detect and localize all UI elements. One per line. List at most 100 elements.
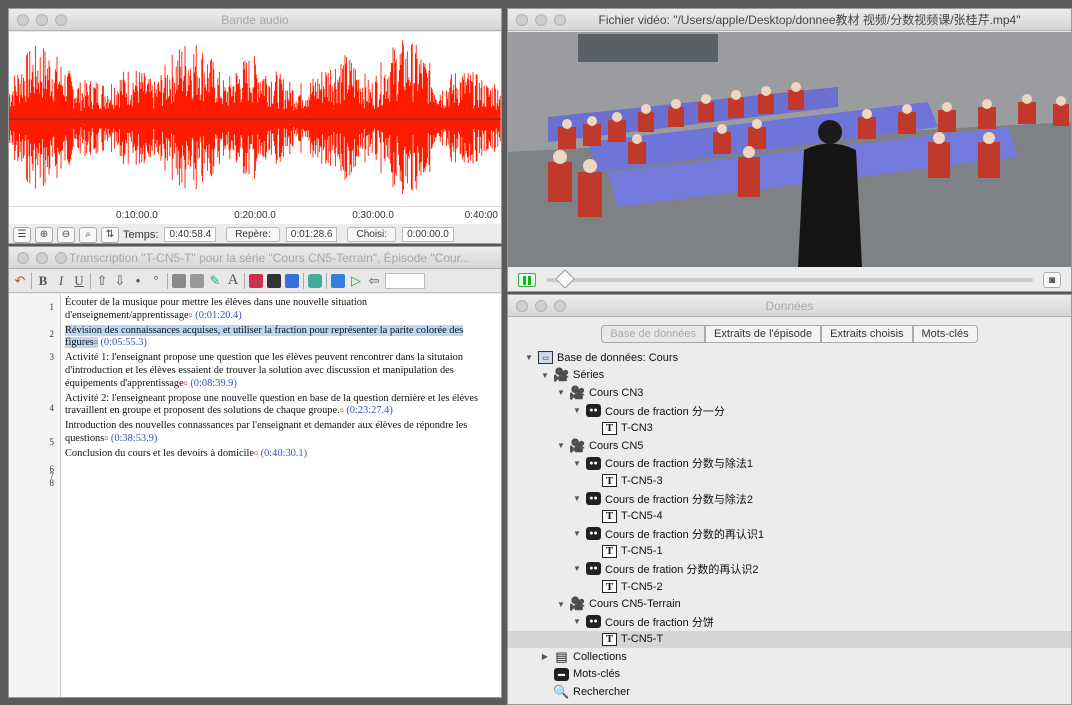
tree-item[interactable]: ▼ ●● Cours de fration 分数的再认识2	[508, 560, 1071, 578]
repere-value[interactable]: 0:01:28.6	[285, 227, 338, 242]
timecode[interactable]: (0:40:30.1)	[261, 448, 307, 459]
zoom-button[interactable]	[554, 299, 566, 312]
zoom-button[interactable]	[554, 13, 566, 26]
italic-icon[interactable]: I	[54, 273, 68, 289]
disclosure-open-icon[interactable]: ▼	[572, 564, 582, 573]
disclosure-open-icon[interactable]: ▼	[572, 529, 582, 538]
disclosure-open-icon[interactable]: ▼	[524, 353, 534, 362]
minimize-button[interactable]	[535, 13, 547, 26]
close-button[interactable]	[17, 13, 29, 26]
tree-item[interactable]: T T-CN5-T	[508, 630, 1071, 649]
tree-item-label: T-CN5-2	[621, 580, 663, 593]
disclosure-closed-icon[interactable]: ▶	[540, 652, 550, 661]
timecode[interactable]: (0:23:27.4)	[346, 405, 392, 416]
back-arrow-icon[interactable]: ⇦	[367, 273, 381, 289]
tree-item[interactable]: T T-CN5-3	[508, 472, 1071, 490]
undo-icon[interactable]: ↶	[13, 273, 27, 289]
keyword-icon[interactable]	[267, 273, 281, 288]
tree-item[interactable]: ▼ 🎥 Cours CN5-Terrain	[508, 595, 1071, 613]
film-camera-icon: 🎥	[569, 596, 586, 612]
repere-button[interactable]: Repère:	[226, 227, 280, 242]
minimize-button[interactable]	[36, 13, 48, 26]
tab-base-de-donnees[interactable]: Base de données	[601, 325, 706, 343]
zoom-button[interactable]	[55, 13, 67, 26]
camera-icon[interactable]: ◙	[1043, 272, 1061, 288]
arrow-up-icon[interactable]: ⇧	[95, 273, 109, 289]
disclosure-open-icon[interactable]: ▼	[540, 371, 550, 380]
arrow-down-icon[interactable]: ⇩	[113, 273, 127, 289]
audio-titlebar[interactable]: Bande audio	[9, 9, 501, 31]
zoom-out-icon[interactable]: ⊖	[57, 226, 75, 243]
disclosure-open-icon[interactable]: ▼	[556, 388, 566, 397]
disclosure-open-icon[interactable]: ▼	[572, 494, 582, 503]
tree-item[interactable]: T T-CN5-1	[508, 543, 1071, 561]
close-button[interactable]	[516, 13, 528, 26]
split-icon[interactable]	[331, 273, 345, 288]
data-titlebar[interactable]: Données	[508, 295, 1071, 317]
minimize-button[interactable]	[36, 251, 48, 264]
tab-extraits-choisis[interactable]: Extraits choisis	[821, 325, 913, 343]
window-controls	[516, 299, 566, 312]
underline-icon[interactable]: U	[72, 273, 86, 289]
tree-item[interactable]: T T-CN5-2	[508, 578, 1071, 596]
zoom-button[interactable]	[55, 251, 67, 264]
data-window-title: Données	[765, 298, 814, 313]
choisi-value[interactable]: 0:00:00.0	[402, 227, 454, 242]
close-button[interactable]	[516, 299, 528, 312]
tree-item[interactable]: ▼ ●● Cours de fraction 分一分	[508, 402, 1071, 420]
disclosure-open-icon[interactable]: ▼	[572, 617, 582, 626]
tree-item[interactable]: ▼ ▭ Base de données: Cours	[508, 349, 1071, 367]
gray-square-icon[interactable]	[190, 273, 204, 288]
disclosure-open-icon[interactable]: ▼	[556, 600, 566, 609]
magnifier-icon[interactable]: ⌕	[79, 226, 97, 243]
save-icon[interactable]	[285, 273, 299, 288]
transcript-titlebar[interactable]: Transcription "T-CN5-T" pour la série "C…	[9, 247, 501, 269]
zoom-in-icon[interactable]: ⊕	[35, 226, 53, 243]
highlight-icon[interactable]: ✎	[208, 273, 222, 289]
tree-item[interactable]: ▶ ▤ Collections	[508, 648, 1071, 666]
disclosure-open-icon[interactable]: ▼	[572, 459, 582, 468]
bold-icon[interactable]: B	[36, 273, 50, 289]
snapshot-icon[interactable]	[308, 273, 322, 288]
bullet-icon[interactable]: •	[131, 273, 145, 288]
timecode[interactable]: (0:01:20.4)	[195, 310, 241, 321]
audio-waveform[interactable]	[9, 32, 501, 206]
clip-icon[interactable]	[249, 273, 263, 288]
play-icon[interactable]: ▷	[349, 273, 363, 289]
tree-item[interactable]: ▼ 🎥 Cours CN5	[508, 437, 1071, 455]
minimize-button[interactable]	[535, 299, 547, 312]
tree-item[interactable]: 🔍 Rechercher	[508, 683, 1071, 701]
timecode[interactable]: (0:05:55.3)	[100, 337, 146, 348]
scrubber-handle[interactable]	[555, 269, 575, 289]
tree-item[interactable]: ▼ 🎥 Séries	[508, 367, 1071, 385]
degree-icon[interactable]: °	[149, 273, 163, 288]
gray-square-icon[interactable]	[172, 273, 186, 288]
video-frame[interactable]	[508, 32, 1071, 267]
tree-item[interactable]: T T-CN3	[508, 419, 1071, 437]
search-input[interactable]	[385, 272, 425, 289]
tab-mots-cles[interactable]: Mots-clés	[912, 325, 978, 343]
transcript-text[interactable]: Écouter de la musique pour mettre les él…	[61, 294, 501, 697]
tree-item[interactable]: ▼ ●● Cours de fraction 分数的再认识1	[508, 525, 1071, 543]
list-icon[interactable]: ☰	[13, 226, 31, 243]
pause-button[interactable]	[518, 273, 536, 287]
tree-item-label: Collections	[573, 650, 627, 663]
timecode[interactable]: (0:38:53.9)	[111, 433, 157, 444]
tree-item[interactable]: ▼ ●● Cours de fraction 分数与除法1	[508, 455, 1071, 473]
video-titlebar[interactable]: Fichier vidéo: "/Users/apple/Desktop/don…	[508, 9, 1071, 31]
transcript-editor[interactable]: 1 2 3 4 5 6 7 8 Écouter de la musique po…	[9, 294, 501, 697]
choisi-button[interactable]: Choisi:	[347, 227, 397, 242]
timecode[interactable]: (0:08:39.9)	[190, 378, 236, 389]
disclosure-open-icon[interactable]: ▼	[572, 406, 582, 415]
tree-item[interactable]: T T-CN5-4	[508, 507, 1071, 525]
close-button[interactable]	[17, 251, 29, 264]
font-icon[interactable]: A	[226, 272, 240, 289]
tree-item[interactable]: ▼ ●● Cours de fraction 分饼	[508, 613, 1071, 631]
disclosure-open-icon[interactable]: ▼	[556, 441, 566, 450]
tree-item[interactable]: ▼ 🎥 Cours CN3	[508, 384, 1071, 402]
tree-item[interactable]: ▼ ●● Cours de fraction 分数与除法2	[508, 490, 1071, 508]
video-scrubber[interactable]	[546, 269, 1033, 289]
tree-item[interactable]: ▬ Mots-clés	[508, 666, 1071, 684]
sync-icon[interactable]: ⇅	[101, 226, 119, 243]
tab-extraits-episode[interactable]: Extraits de l'épisode	[705, 325, 822, 343]
